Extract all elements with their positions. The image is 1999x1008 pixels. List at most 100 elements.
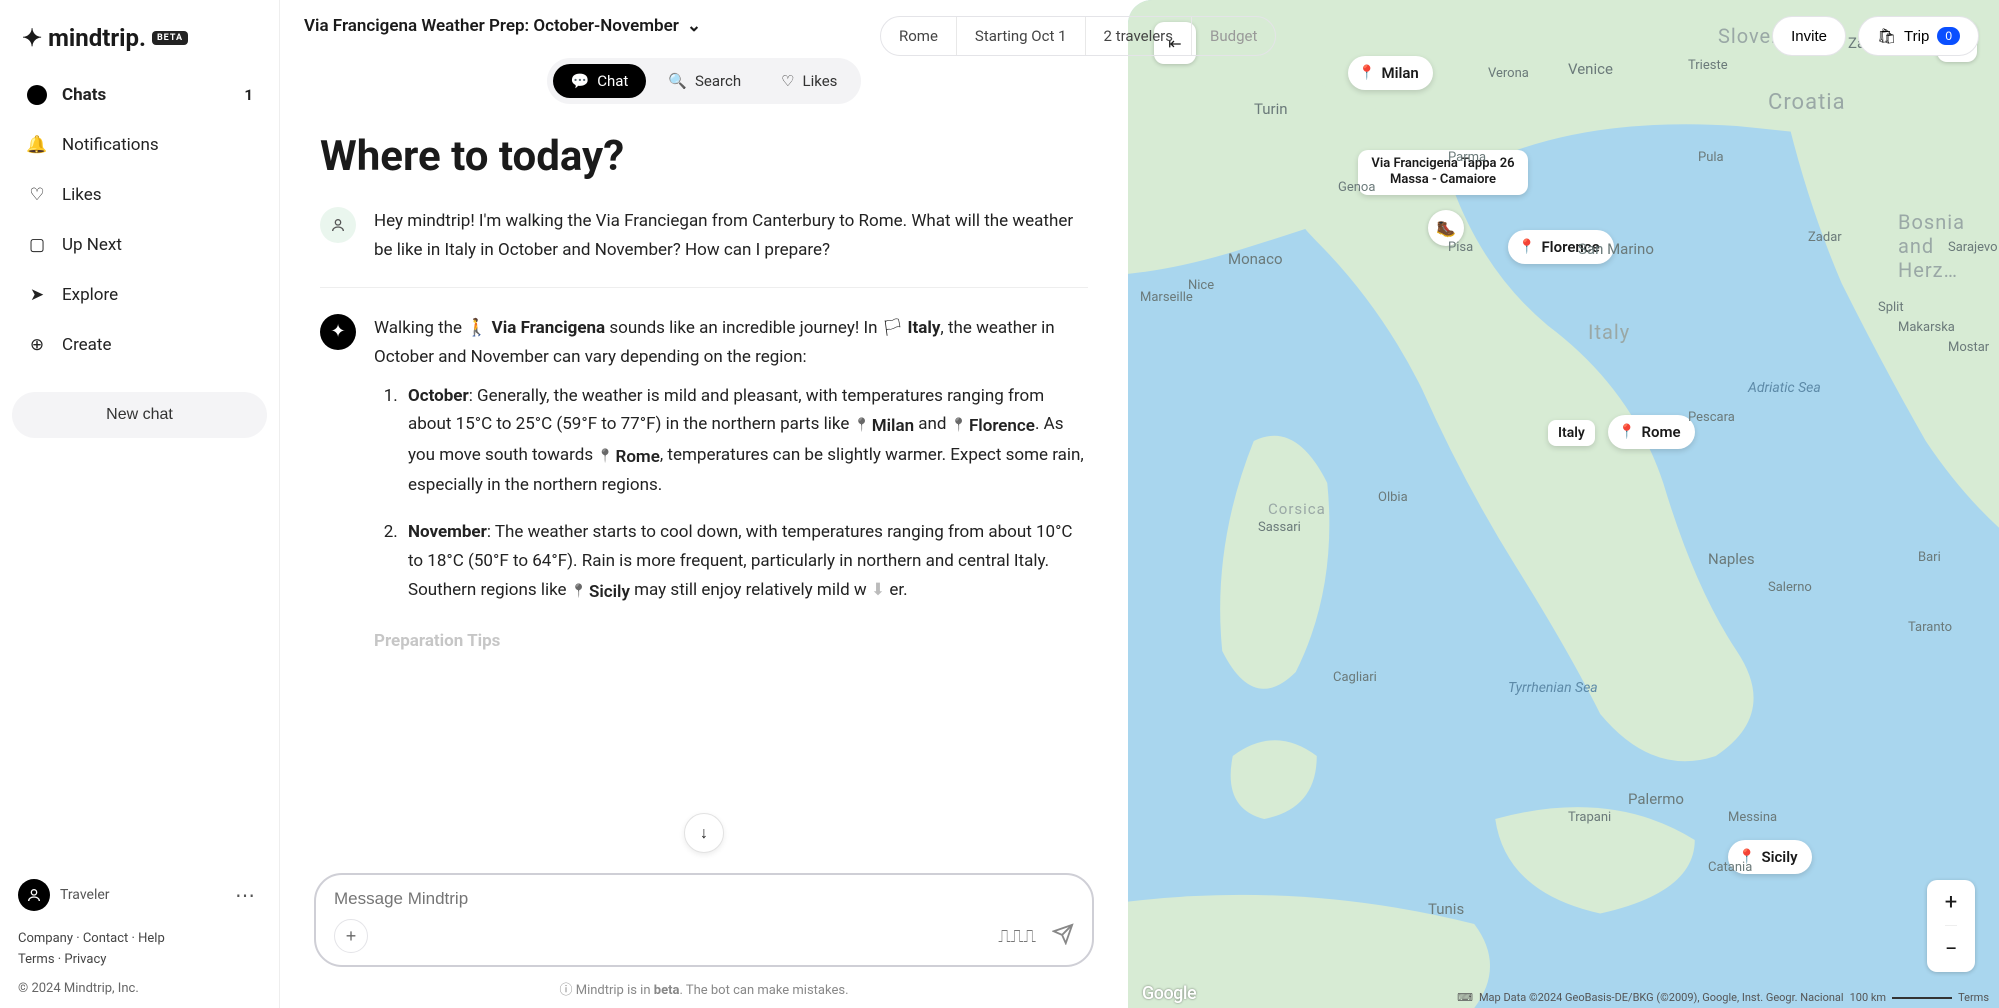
chat-panel: Via Francigena Weather Prep: October-Nov…	[280, 0, 1128, 1008]
loc-rome[interactable]: Rome	[597, 443, 660, 472]
trip-meta-pills: Rome Starting Oct 1 2 travelers Budget	[880, 16, 1276, 56]
divider	[320, 287, 1088, 288]
text: . The bot can make mistakes.	[679, 983, 848, 998]
beta-badge: BETA	[152, 31, 188, 45]
keyboard-icon[interactable]: ⌨	[1457, 991, 1473, 1004]
nav-notifications[interactable]: 🔔 Notifications	[12, 122, 267, 168]
pill-destination[interactable]: Rome	[881, 17, 957, 55]
city: Salerno	[1768, 580, 1812, 595]
text: may still enjoy relatively mild w	[634, 580, 867, 600]
pill-travelers[interactable]: 2 travelers	[1086, 17, 1192, 55]
city: Pula	[1698, 150, 1724, 165]
nav-label: Chats	[62, 85, 106, 105]
nav-upnext[interactable]: ▢ Up Next	[12, 222, 267, 268]
nav-label: Likes	[62, 185, 102, 205]
hiker-icon: 🥾	[1436, 219, 1456, 238]
nav-label: Create	[62, 335, 112, 355]
marker-label: Via Francigena Tappa 26 Massa - Camaiore	[1371, 156, 1514, 187]
chat-scroll[interactable]: Where to today? Hey mindtrip! I'm walkin…	[280, 114, 1128, 863]
city: Bari	[1918, 550, 1941, 565]
loc-milan[interactable]: Milan	[854, 412, 915, 441]
map-attribution: ⌨ Map Data ©2024 GeoBasis-DE/BKG (©2009)…	[1288, 991, 1989, 1004]
city: Messina	[1728, 810, 1777, 825]
link-terms[interactable]: Terms	[18, 952, 55, 967]
trip-button[interactable]: 🛍 Trip 0	[1858, 16, 1979, 56]
marker-label: Milan	[1381, 64, 1418, 82]
tab-search[interactable]: 🔍 Search	[650, 64, 759, 98]
city: Naples	[1708, 550, 1755, 568]
user-avatar-icon	[320, 207, 356, 243]
city: San Marino	[1578, 240, 1654, 258]
box-icon: ▢	[26, 234, 48, 256]
city: Trieste	[1688, 58, 1728, 73]
marker-label: Rome	[1641, 423, 1680, 441]
city: Parma	[1448, 150, 1486, 165]
bot-message-body: Walking the 🚶 Via Francigena sounds like…	[374, 314, 1088, 656]
city: Makarska	[1898, 320, 1955, 335]
pill-dates[interactable]: Starting Oct 1	[957, 17, 1086, 55]
marker-italy-label[interactable]: Italy	[1548, 420, 1595, 446]
send-button[interactable]	[1052, 923, 1074, 949]
city: Palermo	[1628, 790, 1684, 808]
text: Mindtrip is in	[576, 983, 654, 998]
link-contact[interactable]: Contact	[83, 931, 128, 946]
map-panel[interactable]: ⇤ ⚙ + − 📍Milan Via Francigena Tappa 26 M…	[1128, 0, 1999, 1008]
text: sounds like an incredible journey! In	[609, 318, 881, 338]
sea-tyrrhenian: Tyrrhenian Sea	[1508, 680, 1598, 696]
city: Venice	[1568, 60, 1613, 78]
text: Walking the	[374, 318, 466, 338]
plus-icon: +	[346, 926, 357, 947]
marker-via-francigena[interactable]: Via Francigena Tappa 26 Massa - Camaiore	[1358, 150, 1528, 195]
user-menu-icon[interactable]: ⋯	[229, 883, 261, 907]
city: Sarajevo	[1948, 240, 1998, 255]
tab-likes[interactable]: ♡ Likes	[763, 64, 855, 98]
city: Pisa	[1448, 240, 1473, 255]
nav-create[interactable]: ⊕ Create	[12, 322, 267, 368]
attrib-text[interactable]: Map Data ©2024 GeoBasis-DE/BKG (©2009), …	[1479, 991, 1844, 1004]
logo[interactable]: ✦ mindtrip. BETA	[12, 16, 267, 72]
region-corsica: Corsica	[1268, 500, 1326, 518]
city: Genoa	[1338, 180, 1375, 195]
city: Pescara	[1688, 410, 1735, 425]
loc-florence[interactable]: Florence	[951, 412, 1035, 441]
text: and	[918, 414, 950, 434]
link-company[interactable]: Company	[18, 931, 73, 946]
attach-button[interactable]: +	[334, 919, 368, 953]
city: Olbia	[1378, 490, 1408, 505]
user-message-text: Hey mindtrip! I'm walking the Via Franci…	[374, 207, 1088, 265]
pill-budget[interactable]: Budget	[1192, 17, 1275, 55]
zoom-control: + −	[1927, 880, 1975, 972]
pin-icon: 📍	[1618, 424, 1635, 440]
trip-title[interactable]: Via Francigena Weather Prep: October-Nov…	[304, 16, 701, 36]
october-head: October	[408, 386, 469, 406]
user-message: Hey mindtrip! I'm walking the Via Franci…	[320, 207, 1088, 265]
nav-likes[interactable]: ♡ Likes	[12, 172, 267, 218]
scale-bar	[1892, 997, 1952, 999]
sidebar: ✦ mindtrip. BETA Chats 1 🔔 Notifications…	[0, 0, 280, 1008]
voice-icon[interactable]: ⎍⎍⎍	[998, 926, 1036, 947]
marker-rome[interactable]: 📍 Rome	[1608, 415, 1695, 449]
user-row[interactable]: Traveler ⋯	[12, 871, 267, 919]
new-chat-button[interactable]: New chat	[12, 392, 267, 438]
tab-label: Chat	[597, 72, 628, 90]
city: Verona	[1488, 66, 1529, 81]
italy: Italy	[908, 318, 941, 338]
zoom-in-button[interactable]: +	[1945, 880, 1957, 926]
terms-link[interactable]: Terms	[1958, 991, 1989, 1004]
marker-milan[interactable]: 📍Milan	[1348, 56, 1433, 90]
scroll-down-button[interactable]: ↓	[684, 813, 724, 853]
nav-explore[interactable]: ➤ Explore	[12, 272, 267, 318]
google-logo: Google	[1142, 983, 1196, 1004]
city: Cagliari	[1333, 670, 1377, 685]
message-input[interactable]	[334, 889, 1074, 909]
nav-chats[interactable]: Chats 1	[12, 72, 267, 118]
sea-adriatic: Adriatic Sea	[1748, 380, 1821, 396]
zoom-out-button[interactable]: −	[1945, 926, 1958, 972]
link-help[interactable]: Help	[138, 931, 165, 946]
region-croatia: Croatia	[1768, 90, 1846, 115]
tab-chat[interactable]: 💬 Chat	[553, 64, 647, 98]
link-privacy[interactable]: Privacy	[64, 952, 106, 967]
chat-icon	[26, 84, 48, 106]
invite-button[interactable]: Invite	[1772, 16, 1846, 56]
loc-sicily[interactable]: Sicily	[571, 578, 630, 607]
